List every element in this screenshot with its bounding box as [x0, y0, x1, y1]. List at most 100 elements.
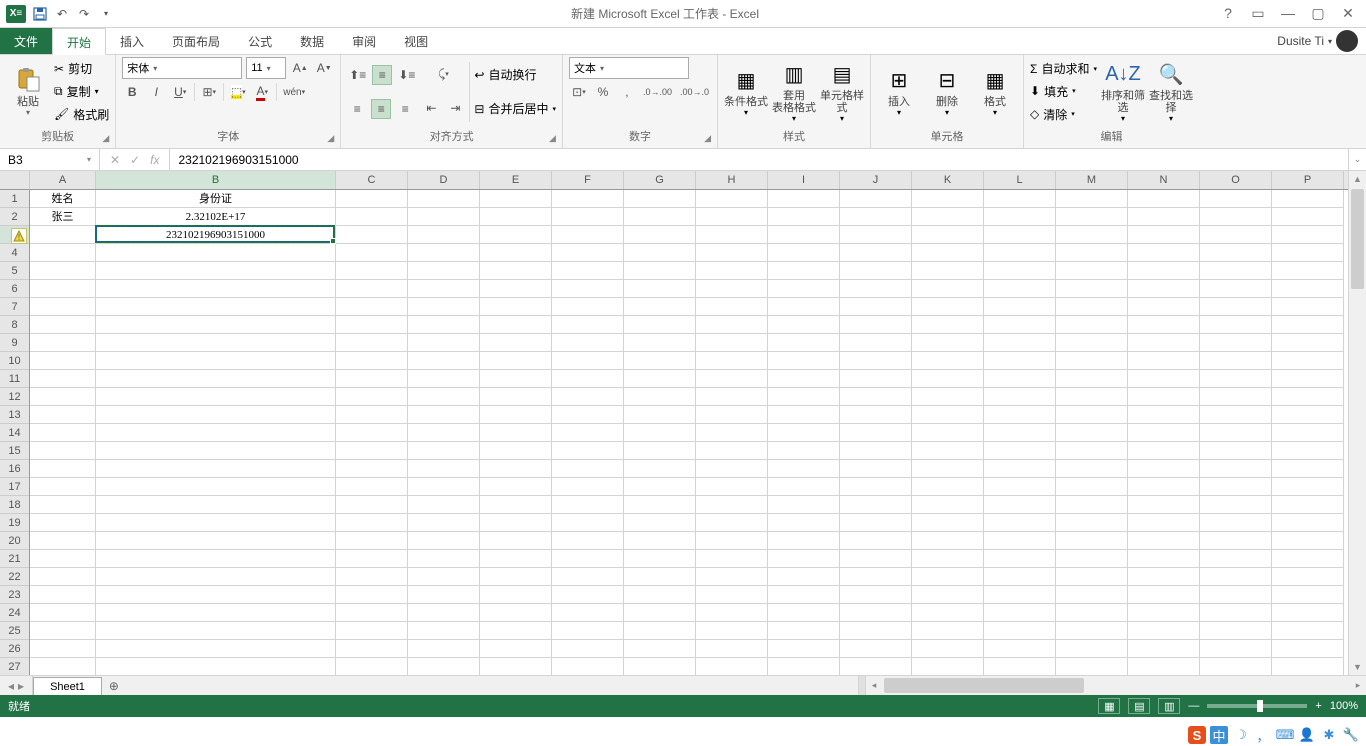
cell[interactable]: [1128, 226, 1200, 244]
cell[interactable]: [408, 532, 480, 550]
cell[interactable]: [1128, 262, 1200, 280]
cell[interactable]: [1272, 442, 1344, 460]
cell[interactable]: [1200, 658, 1272, 675]
cell[interactable]: [30, 460, 96, 478]
column-header[interactable]: O: [1200, 171, 1272, 189]
cell[interactable]: [696, 532, 768, 550]
tab-file[interactable]: 文件: [0, 28, 52, 54]
cell[interactable]: [408, 244, 480, 262]
cell[interactable]: [30, 568, 96, 586]
cell[interactable]: [840, 334, 912, 352]
cell[interactable]: [984, 280, 1056, 298]
cell[interactable]: [408, 460, 480, 478]
cell[interactable]: [1128, 334, 1200, 352]
cell[interactable]: [552, 658, 624, 675]
vscroll-thumb[interactable]: [1351, 189, 1364, 289]
cell[interactable]: [768, 442, 840, 460]
cell[interactable]: [768, 406, 840, 424]
hscroll-splitter[interactable]: [858, 676, 866, 695]
cell[interactable]: [1272, 622, 1344, 640]
new-sheet-button[interactable]: ⊕: [102, 676, 126, 695]
cell[interactable]: [768, 208, 840, 226]
cell[interactable]: [696, 622, 768, 640]
cell[interactable]: [1200, 460, 1272, 478]
cell[interactable]: [912, 280, 984, 298]
wrap-text-button[interactable]: ↩自动换行: [474, 64, 556, 86]
cell[interactable]: [984, 514, 1056, 532]
cell[interactable]: [840, 226, 912, 244]
alignment-dialog-icon[interactable]: ◢: [549, 133, 556, 144]
autosum-button[interactable]: Σ自动求和▾: [1030, 58, 1097, 80]
cell[interactable]: [336, 622, 408, 640]
cell[interactable]: [624, 550, 696, 568]
cell[interactable]: [696, 586, 768, 604]
cell[interactable]: [768, 388, 840, 406]
insert-cells-button[interactable]: ⊞插入▾: [877, 58, 921, 126]
cell[interactable]: [1272, 586, 1344, 604]
increase-indent-icon[interactable]: ⇥: [445, 98, 465, 118]
cell[interactable]: [1056, 604, 1128, 622]
cell[interactable]: [984, 478, 1056, 496]
cell[interactable]: [1128, 514, 1200, 532]
cell[interactable]: [696, 334, 768, 352]
cell[interactable]: [408, 262, 480, 280]
clipboard-dialog-icon[interactable]: ◢: [102, 133, 109, 144]
align-center-icon[interactable]: ≡: [371, 99, 391, 119]
cell[interactable]: [984, 370, 1056, 388]
cell[interactable]: [408, 208, 480, 226]
cell[interactable]: [552, 316, 624, 334]
cell[interactable]: [30, 388, 96, 406]
cell[interactable]: [624, 190, 696, 208]
cell[interactable]: [96, 334, 336, 352]
cell[interactable]: [840, 658, 912, 675]
cell[interactable]: [1056, 280, 1128, 298]
column-header[interactable]: G: [624, 171, 696, 189]
cell[interactable]: [1128, 370, 1200, 388]
cell[interactable]: [552, 640, 624, 658]
cell[interactable]: [624, 514, 696, 532]
qat-customize-icon[interactable]: ▾: [98, 6, 114, 22]
cell[interactable]: [696, 190, 768, 208]
cell[interactable]: [840, 262, 912, 280]
cell[interactable]: 姓名: [30, 190, 96, 208]
cell[interactable]: [552, 460, 624, 478]
cell[interactable]: [840, 388, 912, 406]
cell[interactable]: [1056, 622, 1128, 640]
cell[interactable]: [480, 586, 552, 604]
cell[interactable]: [984, 496, 1056, 514]
bold-button[interactable]: B: [122, 82, 142, 102]
cell[interactable]: [768, 496, 840, 514]
cell[interactable]: [768, 460, 840, 478]
cell[interactable]: [696, 388, 768, 406]
cell[interactable]: [336, 244, 408, 262]
scroll-left-icon[interactable]: ◂: [866, 676, 882, 695]
cell[interactable]: [1056, 262, 1128, 280]
cell[interactable]: [768, 190, 840, 208]
cell[interactable]: [768, 550, 840, 568]
cell[interactable]: [30, 280, 96, 298]
cell[interactable]: [30, 244, 96, 262]
cell[interactable]: [480, 550, 552, 568]
cell[interactable]: [912, 244, 984, 262]
cell[interactable]: [768, 658, 840, 675]
cell[interactable]: [984, 604, 1056, 622]
cell[interactable]: [840, 550, 912, 568]
cell[interactable]: [768, 568, 840, 586]
cell[interactable]: [480, 514, 552, 532]
cell[interactable]: [840, 298, 912, 316]
cell[interactable]: [1272, 370, 1344, 388]
cell[interactable]: [480, 352, 552, 370]
cell[interactable]: [30, 226, 96, 244]
row-header[interactable]: 10: [0, 352, 29, 370]
cell[interactable]: [696, 280, 768, 298]
cell[interactable]: [408, 604, 480, 622]
cell[interactable]: [1128, 496, 1200, 514]
cell[interactable]: [480, 622, 552, 640]
cell[interactable]: [408, 442, 480, 460]
cell[interactable]: [1056, 460, 1128, 478]
row-header[interactable]: 6: [0, 280, 29, 298]
cell[interactable]: [696, 226, 768, 244]
cell[interactable]: [624, 334, 696, 352]
cell[interactable]: [624, 244, 696, 262]
cell[interactable]: [30, 658, 96, 675]
